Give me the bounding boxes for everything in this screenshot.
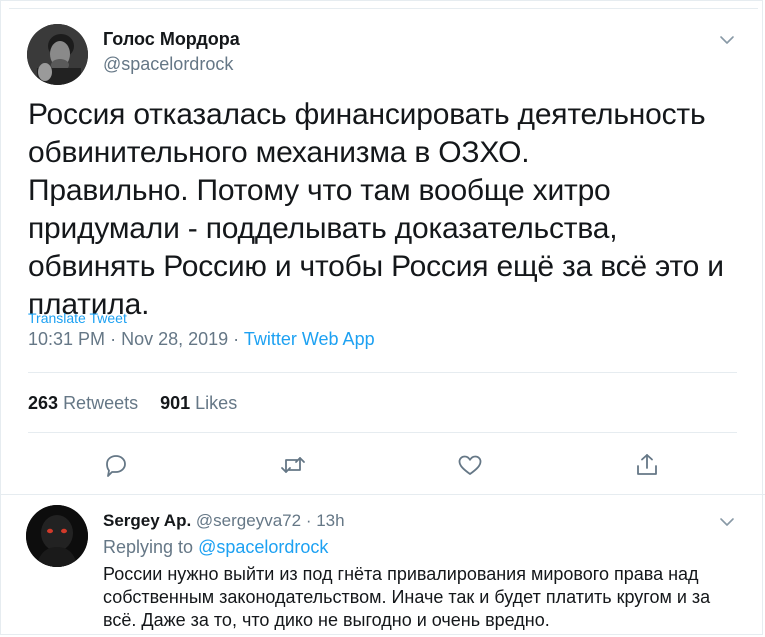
- reply-separator: [0, 494, 765, 505]
- tweet-actions: [0, 451, 765, 479]
- reply-avatar[interactable]: [26, 505, 88, 567]
- tweet-text: Россия отказалась финансировать деятельн…: [28, 96, 738, 324]
- source-app-link[interactable]: Twitter Web App: [244, 329, 375, 349]
- divider: [28, 432, 737, 433]
- reply-author-name[interactable]: Sergey Ap.: [103, 511, 191, 530]
- tweet-text-line: Россия отказалась финансировать деятельн…: [28, 98, 706, 169]
- retweets-label: Retweets: [63, 393, 139, 413]
- reply-age[interactable]: 13h: [316, 511, 344, 530]
- tweet-meta: 10:31 PM · Nov 28, 2019 · Twitter Web Ap…: [28, 329, 375, 350]
- replying-prefix: Replying to: [103, 537, 194, 557]
- likes-label: Likes: [195, 393, 238, 413]
- reply-text: России нужно выйти из под гнёта привалир…: [103, 564, 711, 630]
- likes-count: 901: [160, 393, 191, 413]
- tweet-date[interactable]: Nov 28, 2019: [121, 329, 228, 349]
- reply-header: Sergey Ap. @sergeyva72 · 13h: [103, 511, 345, 531]
- meta-separator: ·: [305, 511, 312, 530]
- chevron-down-icon[interactable]: [718, 513, 736, 531]
- tweet-text-line: Правильно. Потому что там вообще хитро п…: [28, 174, 724, 321]
- reply-author-handle[interactable]: @sergeyva72: [196, 511, 301, 530]
- retweet-icon[interactable]: [279, 451, 307, 479]
- translate-tweet-link[interactable]: Translate Tweet: [28, 310, 127, 326]
- reply-icon[interactable]: [102, 451, 130, 479]
- author-handle[interactable]: @spacelordrock: [103, 54, 233, 75]
- likes-stat[interactable]: 901 Likes: [160, 393, 237, 413]
- engagement-stats: 263 Retweets 901 Likes: [28, 393, 237, 414]
- meta-separator: ·: [110, 329, 117, 349]
- chevron-down-icon[interactable]: [718, 31, 736, 49]
- meta-separator: ·: [233, 329, 240, 349]
- tweet-time[interactable]: 10:31 PM: [28, 329, 105, 349]
- replying-to: Replying to @spacelordrock: [103, 537, 328, 558]
- share-icon[interactable]: [633, 451, 661, 479]
- avatar[interactable]: [27, 24, 88, 85]
- retweets-count: 263: [28, 393, 59, 413]
- retweets-stat[interactable]: 263 Retweets: [28, 393, 138, 413]
- author-name[interactable]: Голос Мордора: [103, 29, 240, 50]
- heart-icon[interactable]: [456, 451, 484, 479]
- divider: [28, 372, 737, 373]
- replying-mention-link[interactable]: @spacelordrock: [198, 537, 328, 557]
- top-divider: [9, 8, 758, 9]
